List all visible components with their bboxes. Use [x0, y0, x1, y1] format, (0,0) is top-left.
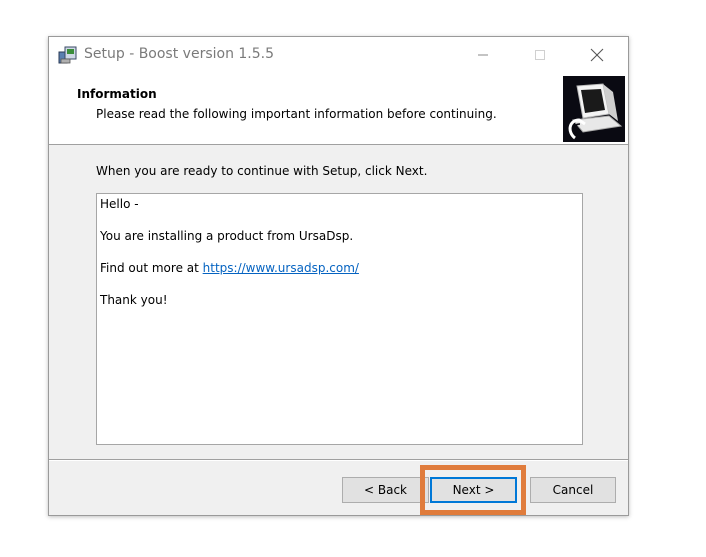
close-icon [590, 48, 604, 62]
info-line-product: You are installing a product from UrsaDs… [100, 229, 354, 243]
setup-window: Setup - Boost version 1.5.5 Information … [48, 36, 629, 516]
maximize-icon [535, 50, 545, 60]
page-header: Information Please read the following im… [49, 73, 628, 145]
page-subtitle: Please read the following important info… [96, 107, 497, 121]
maximize-button[interactable] [517, 37, 563, 73]
window-title: Setup - Boost version 1.5.5 [84, 46, 275, 62]
info-line-greeting: Hello - [100, 197, 139, 211]
footer-divider [49, 459, 628, 461]
installer-icon [58, 45, 78, 65]
close-button[interactable] [574, 37, 620, 73]
title-bar[interactable]: Setup - Boost version 1.5.5 [49, 37, 628, 73]
website-link[interactable]: https://www.ursadsp.com/ [203, 261, 359, 275]
cancel-button[interactable]: Cancel [530, 477, 616, 503]
instruction-text: When you are ready to continue with Setu… [96, 164, 428, 178]
minimize-icon [478, 54, 488, 56]
back-button[interactable]: < Back [342, 477, 429, 503]
next-button[interactable]: Next > [430, 477, 517, 503]
information-memo[interactable]: Hello - You are installing a product fro… [96, 193, 583, 445]
info-line-more-prefix: Find out more at [100, 261, 203, 275]
computer-install-icon [563, 76, 625, 142]
page-title: Information [77, 87, 157, 101]
info-line-thanks: Thank you! [100, 293, 168, 307]
info-line-more: Find out more at https://www.ursadsp.com… [100, 260, 579, 276]
minimize-button[interactable] [460, 37, 506, 73]
